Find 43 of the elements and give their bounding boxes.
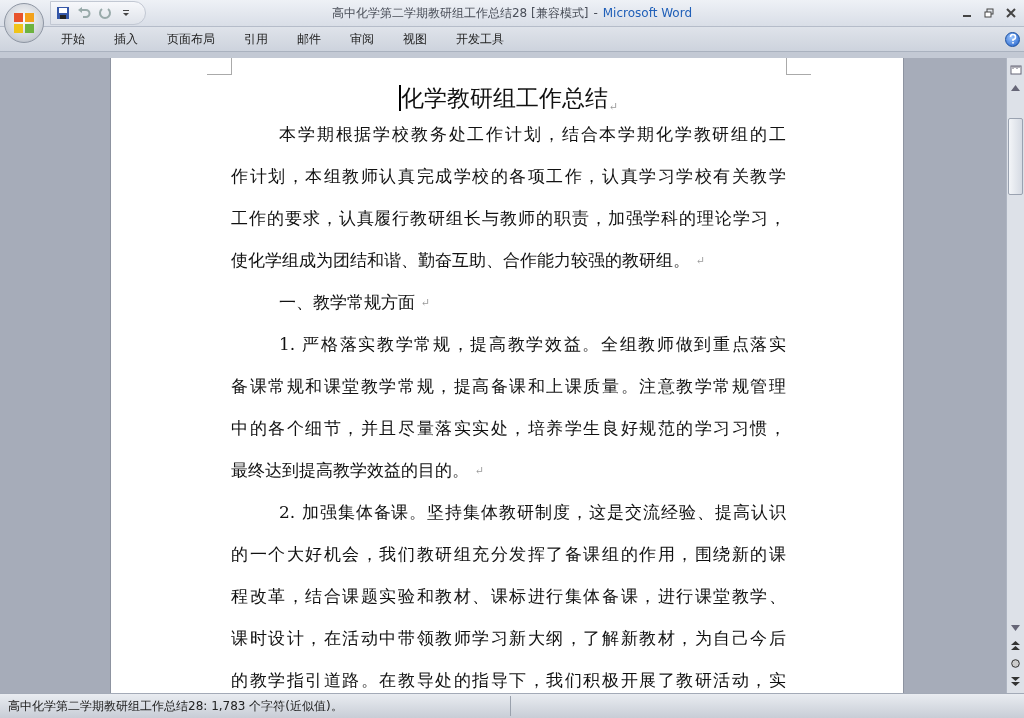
document-title: 化学教研组工作总结	[400, 83, 608, 113]
paragraph-mark: ↵	[608, 100, 619, 113]
text-line: 作计划，本组教师认真完成学校的各项工作，认真学习学校有关教学	[231, 165, 786, 187]
window-title: 高中化学第二学期教研组工作总结28 [兼容模式]	[331, 4, 589, 22]
text-line: 使化学组成为团结和谐、勤奋互助、合作能力较强的教研组。	[231, 249, 690, 271]
text-line: 的一个大好机会，我们教研组充分发挥了备课组的作用，围绕新的课	[231, 543, 786, 565]
paragraph-mark: ↵	[475, 463, 485, 477]
text-cursor	[398, 85, 401, 111]
office-logo	[13, 12, 35, 34]
ribbon-tab[interactable]: 开始	[61, 30, 85, 48]
text-line: 课时设计，在活动中带领教师学习新大纲，了解新教材，为自己今后	[231, 627, 786, 649]
paragraph-mark: ↵	[421, 295, 431, 309]
save-icon[interactable]	[55, 5, 70, 21]
ruler-icon[interactable]	[1008, 62, 1023, 77]
margin-corner-mark	[207, 58, 232, 75]
ribbon-tab[interactable]: 视图	[403, 30, 427, 48]
text-line: 1. 严格落实教学常规，提高教学效益。全组教师做到重点落实	[279, 333, 786, 355]
status-text: 高中化学第二学期教研组工作总结28: 1,783 个字符(近似值)。	[7, 697, 344, 715]
scroll-thumb[interactable]	[1008, 118, 1023, 195]
text-line: 程改革，结合课题实验和教材、课标进行集体备课，进行课堂教学、	[231, 585, 786, 607]
text-line: 工作的要求，认真履行教研组长与教师的职责，加强学科的理论学习，	[231, 207, 786, 229]
text-line: 最终达到提高教学效益的目的。	[231, 459, 469, 481]
text-line: 的教学指引道路。在教导处的指导下，我们积极开展了教研活动，实	[231, 669, 786, 691]
margin-corner-mark	[786, 58, 811, 75]
close-icon[interactable]	[1006, 8, 1016, 18]
window-title-separator: -	[593, 6, 598, 20]
ribbon-tab[interactable]: 审阅	[350, 30, 374, 48]
text-line: 一、教学常规方面	[279, 291, 415, 313]
text-line: 备课常规和课堂教学常规，提高备课和上课质量。注意教学常规管理	[231, 375, 786, 397]
ribbon-tab[interactable]: 开发工具	[456, 30, 504, 48]
ribbon-tab[interactable]: 插入	[114, 30, 138, 48]
help-icon[interactable]	[1005, 31, 1020, 47]
ribbon-tab[interactable]: 邮件	[297, 30, 321, 48]
office-button[interactable]	[4, 3, 44, 43]
app-name: Microsoft Word	[602, 6, 693, 20]
restore-icon[interactable]	[984, 8, 994, 18]
text-line: 中的各个细节，并且尽量落实实处，培养学生良好规范的学习习惯，	[231, 417, 786, 439]
paragraph-mark: ↵	[696, 253, 706, 267]
browse-object-icon[interactable]	[1008, 656, 1023, 671]
ribbon-tab[interactable]: 页面布局	[167, 30, 215, 48]
text-line: 2. 加强集体备课。坚持集体教研制度，这是交流经验、提高认识	[279, 501, 786, 523]
text-line: 本学期根据学校教务处工作计划，结合本学期化学教研组的工	[279, 123, 786, 145]
ribbon-tab[interactable]: 引用	[244, 30, 268, 48]
